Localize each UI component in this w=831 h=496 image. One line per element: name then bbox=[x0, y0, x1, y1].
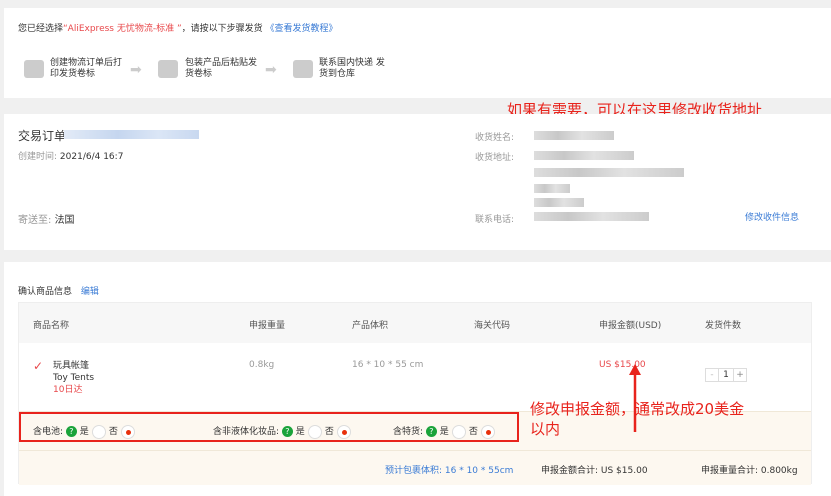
radio-yes[interactable] bbox=[307, 424, 322, 439]
increment-button[interactable]: + bbox=[734, 369, 746, 381]
order-number-redacted bbox=[64, 130, 199, 139]
recipient-phone-label: 联系电话: bbox=[475, 215, 515, 225]
table-header: 商品名称 申报重量 产品体积 海关代码 申报金额(USD) 发货件数 bbox=[19, 303, 811, 343]
total-weight: 申报重量合计: 0.800kg bbox=[701, 466, 798, 476]
radio-no[interactable] bbox=[120, 424, 135, 439]
printer-icon bbox=[24, 60, 44, 78]
address-redacted bbox=[534, 168, 684, 177]
recipient-name-redacted bbox=[534, 131, 614, 140]
attribute-cosmetics: 含非液体化妆品: ? 是否 bbox=[213, 424, 354, 439]
annotation-arrow-icon bbox=[629, 364, 641, 432]
created-time: 创建时间: 2021/6/4 16:7 bbox=[18, 152, 124, 162]
attributes-highlight-box: 含电池: ? 是否 含非液体化妆品: ? 是否 含特货: ? 是否 bbox=[19, 412, 519, 442]
edit-recipient-link[interactable]: 修改收件信息 bbox=[534, 212, 799, 225]
volume: 16 * 10 * 55 cm bbox=[352, 360, 424, 370]
products-table: 商品名称 申报重量 产品体积 海关代码 申报金额(USD) 发货件数 ✓ 玩具帐… bbox=[18, 302, 812, 485]
attributes-area: 含电池: ? 是否 含非液体化妆品: ? 是否 含特货: ? 是否 预计包裹体积… bbox=[19, 411, 811, 485]
arrow-right-icon: ➡ bbox=[130, 62, 142, 78]
attribute-special-goods: 含特货: ? 是否 bbox=[393, 424, 498, 439]
edit-products-link[interactable]: 编辑 bbox=[81, 287, 99, 297]
step-3: 联系国内快递 发货到仓库 bbox=[319, 58, 385, 79]
weight: 0.8kg bbox=[249, 360, 275, 370]
radio-yes[interactable] bbox=[451, 424, 466, 439]
quantity-input[interactable]: 1 bbox=[718, 369, 734, 381]
package-icon bbox=[158, 60, 178, 78]
step-2: 包装产品后粘贴发 货卷标 bbox=[185, 58, 258, 79]
total-amount: 申报金额合计: US $15.00 bbox=[541, 466, 648, 476]
amount-annotation-line2: 以内 bbox=[530, 420, 561, 438]
address-redacted bbox=[534, 184, 570, 193]
arrow-right-icon: ➡ bbox=[265, 62, 277, 78]
ship-to: 寄送至: 法国 bbox=[18, 215, 75, 226]
recipient-address-label: 收货地址: bbox=[475, 153, 515, 163]
address-redacted bbox=[534, 198, 584, 207]
decrement-button[interactable]: - bbox=[706, 369, 718, 381]
address-redacted bbox=[534, 151, 634, 160]
radio-yes[interactable] bbox=[91, 424, 106, 439]
quantity-stepper[interactable]: - 1 + bbox=[705, 368, 747, 382]
attribute-battery: 含电池: ? 是否 bbox=[33, 424, 138, 439]
products-section: 确认商品信息 编辑 商品名称 申报重量 产品体积 海关代码 申报金额(USD) … bbox=[4, 262, 831, 496]
recipient-name-label: 收货姓名: bbox=[475, 133, 515, 143]
radio-no[interactable] bbox=[336, 424, 351, 439]
order-section: 交易订单 创建时间: 2021/6/4 16:7 寄送至: 法国 收货姓名: 收… bbox=[4, 114, 831, 250]
checkbox-checked[interactable]: ✓ bbox=[33, 359, 43, 373]
delivery-badge: 10日达 bbox=[53, 385, 83, 395]
help-icon: ? bbox=[425, 426, 437, 437]
order-title: 交易订单 bbox=[18, 129, 67, 143]
product-name-en: Toy Tents bbox=[53, 373, 95, 383]
total-volume: 预计包裹体积: 16 * 10 * 55cm bbox=[385, 466, 514, 476]
product-name-cn: 玩具帐篷 bbox=[53, 361, 90, 371]
tutorial-link[interactable]: 《查看发货教程》 bbox=[266, 24, 338, 34]
radio-no[interactable] bbox=[480, 424, 495, 439]
help-icon: ? bbox=[65, 426, 77, 437]
products-title: 确认商品信息 编辑 bbox=[18, 287, 99, 297]
truck-icon bbox=[293, 60, 313, 78]
step-1: 创建物流订单后打 印发货卷标 bbox=[50, 58, 123, 79]
help-icon: ? bbox=[281, 426, 293, 437]
shipping-method-section: 您已经选择“AliExpress 无忧物流-标准 ”，请按以下步骤发货 《查看发… bbox=[4, 8, 831, 98]
intro-text: 您已经选择“AliExpress 无忧物流-标准 ”，请按以下步骤发货 《查看发… bbox=[18, 24, 338, 34]
